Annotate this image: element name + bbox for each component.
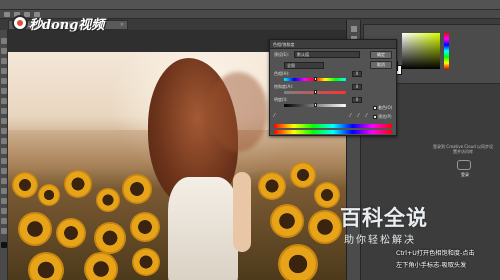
tool-preset-icon[interactable]: [4, 12, 10, 17]
caption-line-2: 左下角小手标志-吸取头发: [396, 262, 467, 269]
eraser-tool-icon[interactable]: [1, 138, 7, 144]
shape-tool-icon[interactable]: [1, 208, 7, 214]
video-logo: 秒dong视频: [12, 14, 105, 33]
preset-label: 预设(E):: [274, 52, 289, 57]
woman-dress: [168, 177, 238, 280]
hue-label: 色相(H):: [274, 71, 290, 76]
sunflower: [290, 162, 316, 188]
sunflower: [64, 170, 92, 198]
eyedropper-tool-icon[interactable]: [1, 88, 7, 94]
sunflower: [12, 172, 38, 198]
type-tool-icon[interactable]: [1, 188, 7, 194]
history-brush-tool-icon[interactable]: [1, 128, 7, 134]
ok-button[interactable]: 确定: [370, 51, 392, 59]
gradient-tool-icon[interactable]: [1, 148, 7, 154]
lightness-value[interactable]: 0: [352, 97, 362, 103]
color-picker-field[interactable]: [402, 33, 440, 69]
blur-tool-icon[interactable]: [1, 158, 7, 164]
quick-select-tool-icon[interactable]: [1, 68, 7, 74]
sunflower: [96, 188, 120, 212]
close-icon[interactable]: ×: [120, 21, 124, 29]
hand-adjust-icon[interactable]: ⁄: [274, 114, 279, 119]
move-tool-icon[interactable]: [1, 38, 7, 44]
eyedropper-minus-icon[interactable]: ⁄: [366, 114, 371, 119]
woman-arm: [233, 172, 251, 252]
sunflower: [122, 174, 152, 204]
dialog-title: 色相/饱和度: [270, 40, 396, 49]
sunflower: [132, 248, 160, 276]
crop-tool-icon[interactable]: [1, 78, 7, 84]
creative-cloud-signin-button[interactable]: 登录: [453, 171, 477, 178]
colorize-checkbox[interactable]: [373, 106, 377, 110]
caption-line-1: Ctrl+U打开色相饱和度-点击: [396, 250, 475, 257]
preview-label: 预览(P): [378, 114, 392, 119]
baike-watermark: 百科全说 助你轻松解决: [340, 202, 490, 246]
sunflower: [278, 244, 318, 280]
hue-value[interactable]: 0: [352, 71, 362, 77]
preview-checkbox[interactable]: [373, 115, 377, 119]
pen-tool-icon[interactable]: [1, 178, 7, 184]
menu-bar: [0, 0, 500, 10]
lasso-tool-icon[interactable]: [1, 58, 7, 64]
windswept-hair: [208, 72, 268, 152]
foreground-color-icon[interactable]: [1, 242, 7, 248]
cancel-button[interactable]: 取消: [370, 61, 392, 69]
hue-spectrum-bar[interactable]: [444, 33, 449, 69]
dodge-tool-icon[interactable]: [1, 168, 7, 174]
preset-select[interactable]: 默认值: [294, 51, 360, 58]
sunflower: [94, 222, 126, 254]
marquee-tool-icon[interactable]: [1, 48, 7, 54]
input-spectrum-bar: [274, 124, 392, 128]
watermark-tagline: 助你轻松解决: [344, 235, 416, 246]
stamp-tool-icon[interactable]: [1, 118, 7, 124]
creative-cloud-message: 登录到 Creative Cloud 以同步设置并访问库: [433, 144, 494, 154]
lightness-label: 明度(I):: [274, 97, 288, 102]
brush-tool-icon[interactable]: [1, 108, 7, 114]
history-panel-icon[interactable]: [351, 26, 357, 32]
hand-tool-icon[interactable]: [1, 218, 7, 224]
hue-saturation-dialog: 色相/饱和度 预设(E): 默认值 确定 取消 全图 色相(H): 0 饱和度(…: [269, 39, 397, 136]
subtitle-caption: Ctrl+U打开色相饱和度-点击 左下角小手标志-吸取头发: [396, 248, 500, 280]
sunflower: [18, 212, 52, 246]
saturation-label: 饱和度(A):: [274, 84, 294, 89]
sunflower: [56, 218, 86, 248]
channel-select[interactable]: 全图: [284, 62, 324, 69]
sunflower: [270, 204, 304, 238]
path-select-tool-icon[interactable]: [1, 198, 7, 204]
tools-panel: [0, 30, 8, 280]
sunflower: [258, 172, 286, 200]
logo-mark-icon: [12, 15, 28, 31]
sunflower: [28, 252, 64, 280]
eyedropper-plus-icon[interactable]: ⁄: [358, 114, 363, 119]
sunflower: [308, 210, 342, 244]
lightness-slider-knob[interactable]: [314, 103, 317, 107]
output-spectrum-bar: [274, 130, 392, 134]
sunflower: [38, 184, 60, 206]
saturation-value[interactable]: 0: [352, 84, 362, 90]
sunflower: [314, 182, 340, 208]
photoshop-window: ps1.jpg @ 66.7% (RGB/8) × 秒dong视频 色相/饱和度…: [0, 0, 500, 280]
colorize-label: 着色(O): [378, 105, 393, 110]
sunflower: [84, 252, 118, 280]
logo-text: 秒dong视频: [29, 17, 105, 33]
sunflower: [130, 212, 160, 242]
eyedropper-icon[interactable]: ⁄: [350, 114, 355, 119]
hue-slider-knob[interactable]: [314, 77, 317, 81]
watermark-brand: 百科全说: [340, 206, 428, 230]
creative-cloud-icon: [457, 160, 471, 170]
healing-tool-icon[interactable]: [1, 98, 7, 104]
zoom-tool-icon[interactable]: [1, 228, 7, 234]
saturation-slider-knob[interactable]: [314, 90, 317, 94]
